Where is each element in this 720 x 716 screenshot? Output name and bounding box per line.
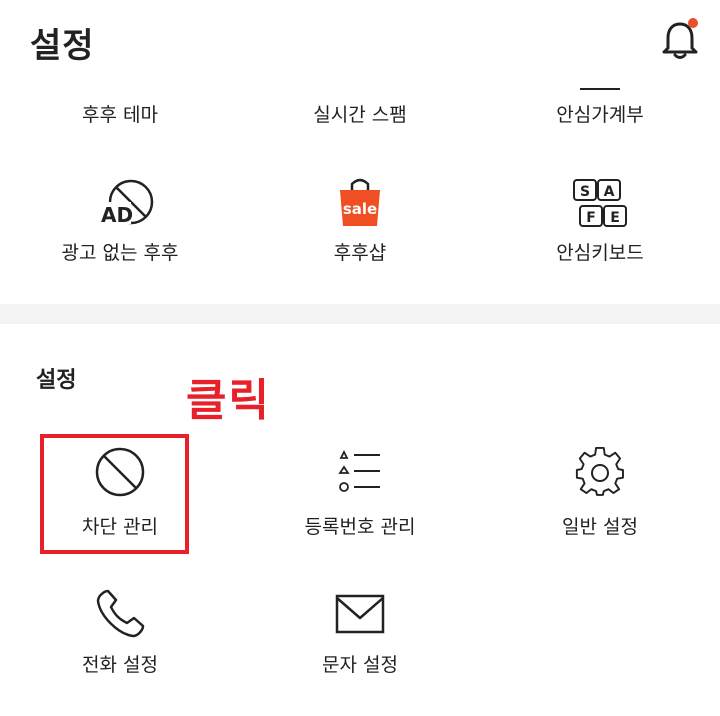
keyboard-icon: S A F E [572,178,628,230]
keyboard-key-label: F [586,210,596,226]
grid-item-no-ads[interactable]: AD 광고 없는 후후 [0,176,240,272]
grid-item-label: 안심키보드 [556,242,644,264]
settings-item-label: 문자 설정 [322,654,398,676]
settings-item-general[interactable]: 일반 설정 [480,446,720,542]
keyboard-key-label: A [604,184,615,200]
settings-item-label: 차단 관리 [82,516,158,538]
section-divider [0,304,720,324]
settings-item-message[interactable]: 문자 설정 [240,588,480,684]
grid-item-realtime-spam[interactable]: 실시간 스팸 [240,96,480,136]
keyboard-key-label: S [580,184,590,200]
shopping-bag-icon: sale [336,176,384,228]
grid-item-label: 후후 테마 [82,104,158,126]
partial-icon-edge [580,88,620,90]
block-icon [94,446,146,498]
gear-icon [574,446,626,498]
grid-item-hoohoo-shop[interactable]: sale 후후샵 [240,176,480,272]
grid-item-safe-ledger[interactable]: 안심가계부 [480,96,720,136]
notification-bell-icon[interactable] [660,18,700,62]
settings-item-registered-numbers[interactable]: 등록번호 관리 [240,446,480,542]
list-icon [336,449,384,496]
no-ads-icon: AD [85,176,155,227]
shopping-bag-icon-text: sale [343,200,377,218]
settings-item-block-management[interactable]: 차단 관리 [0,446,240,542]
grid-item-label: 안심가계부 [556,104,644,126]
grid-item-safe-keyboard[interactable]: S A F E 안심키보드 [480,176,720,272]
phone-icon [94,588,146,640]
click-annotation: 클릭 [186,375,271,426]
page-title: 설정 [30,26,95,66]
settings-item-label: 등록번호 관리 [304,516,416,538]
keyboard-key-label: E [610,210,620,226]
grid-item-label: 광고 없는 후후 [61,242,179,264]
settings-item-call[interactable]: 전화 설정 [0,588,240,684]
grid-item-theme[interactable]: 후후 테마 [0,96,240,136]
no-ads-icon-text: AD [101,203,133,226]
section-title: 설정 [36,368,77,393]
grid-item-label: 실시간 스팸 [313,104,407,126]
mail-icon [335,594,385,634]
settings-item-label: 일반 설정 [562,516,638,538]
settings-item-label: 전화 설정 [82,654,158,676]
grid-item-label: 후후샵 [333,242,387,264]
